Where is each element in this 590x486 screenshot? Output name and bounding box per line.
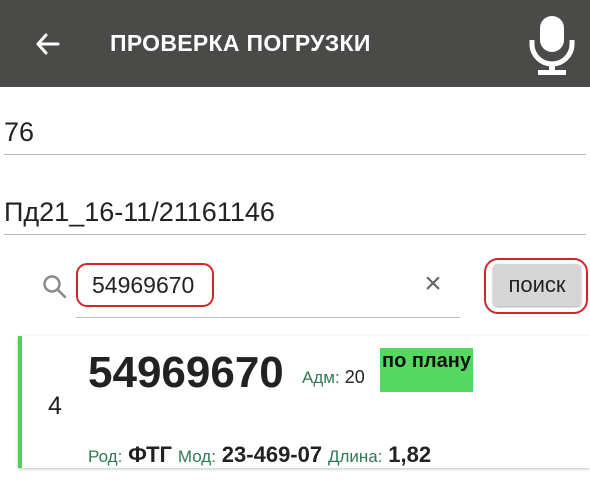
search-row: 54969670 × поиск [0,256,590,322]
microphone-icon[interactable] [522,12,582,76]
field-1-value: 76 [4,117,35,147]
search-input-value: 54969670 [92,272,195,298]
rod-label: Род: [88,447,123,466]
field-1[interactable]: 76 [4,110,586,155]
adm-value: 20 [344,367,365,387]
result-code: 54969670 [88,348,284,397]
rod-value: ФТГ [128,442,173,467]
adm-label: Адм: [302,368,340,387]
mod-label: Мод: [177,447,216,466]
result-details: Род: ФТГ Мод: 23-469-07 Длина: 1,82 [88,442,431,468]
app-bar: ПРОВЕРКА ПОГРУЗКИ [0,0,590,87]
search-icon [42,274,68,300]
length-label: Длина: [327,447,383,466]
field-2-value: Пд21_16-11/21161146 [4,197,275,227]
mod-value: 23-469-07 [221,442,323,467]
result-card[interactable]: 4 54969670 Адм: 20 по плану Род: ФТГ Мод… [18,336,590,468]
search-button[interactable]: поиск [493,264,581,306]
search-underline [76,317,460,318]
adm-field: Адм: 20 [302,367,365,388]
status-badge: по плану [380,348,473,392]
back-arrow-icon[interactable] [28,24,68,64]
result-index: 4 [48,392,62,420]
length-value: 1,82 [388,442,432,467]
clear-icon[interactable]: × [418,268,448,300]
search-input[interactable]: 54969670 [76,263,214,307]
page-title: ПРОВЕРКА ПОГРУЗКИ [110,30,371,56]
field-2[interactable]: Пд21_16-11/21161146 [4,190,586,235]
